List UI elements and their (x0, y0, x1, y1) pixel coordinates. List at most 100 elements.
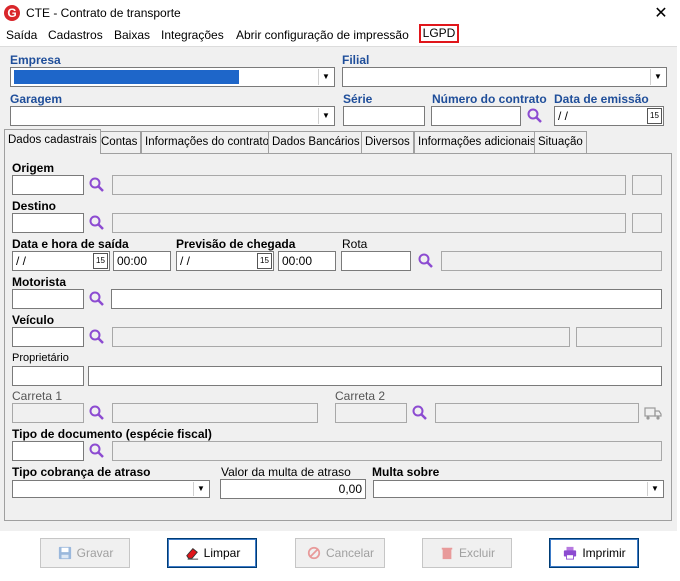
tab-contas[interactable]: Contas (97, 131, 142, 153)
chevron-down-icon[interactable]: ▼ (650, 69, 665, 85)
search-icon[interactable] (89, 291, 105, 307)
valor-multa-input[interactable]: 0,00 (220, 479, 366, 499)
imprimir-label: Imprimir (582, 546, 626, 560)
veiculo-placa-field (576, 327, 662, 347)
tab-dados-cadastrais[interactable]: Dados cadastrais (4, 129, 101, 154)
tab-informacoes-adicionais[interactable]: Informações adicionais (414, 131, 540, 153)
previsao-chegada-value: / / (180, 254, 191, 268)
rota-description-field (441, 251, 662, 271)
search-icon[interactable] (418, 253, 434, 269)
serie-label: Série (343, 92, 373, 106)
search-icon[interactable] (89, 443, 105, 459)
garagem-select[interactable]: ▼ (10, 106, 335, 126)
hora-saida-input[interactable]: 00:00 (113, 251, 171, 271)
cancelar-button[interactable]: Cancelar (295, 538, 385, 568)
data-emissao-label: Data de emissão (554, 92, 649, 106)
destino-uf-field (632, 213, 662, 233)
calendar-icon[interactable]: 15 (257, 253, 272, 269)
serie-input[interactable] (343, 106, 425, 126)
chevron-down-icon[interactable]: ▼ (193, 482, 208, 496)
app-logo-icon: G (4, 5, 20, 21)
eraser-icon (185, 548, 198, 560)
empresa-select[interactable]: ▼ (10, 67, 335, 87)
tab-diversos[interactable]: Diversos (361, 131, 414, 153)
chevron-down-icon[interactable]: ▼ (647, 482, 662, 496)
data-saida-label: Data e hora de saída (12, 237, 129, 251)
tab-dados-bancarios[interactable]: Dados Bancários (268, 131, 364, 153)
calendar-icon[interactable]: 15 (647, 108, 662, 124)
carreta1-label: Carreta 1 (12, 389, 63, 403)
data-saida-value: / / (16, 254, 27, 268)
veiculo-input[interactable] (12, 327, 84, 347)
previsao-chegada-input[interactable]: / / 15 (176, 251, 274, 271)
motorista-input[interactable] (12, 289, 84, 309)
filial-select[interactable]: ▼ (342, 67, 667, 87)
tipo-documento-input[interactable] (12, 441, 84, 461)
menu-abrir-configuracao[interactable]: Abrir configuração de impressão (236, 28, 409, 42)
menu-baixas[interactable]: Baixas (114, 28, 150, 42)
carreta2-description-field (435, 403, 639, 423)
gravar-button[interactable]: Gravar (40, 538, 130, 568)
origem-description-field (112, 175, 626, 195)
calendar-icon[interactable]: 15 (93, 253, 108, 269)
truck-icon[interactable] (644, 405, 662, 421)
rota-input[interactable] (341, 251, 411, 271)
close-icon[interactable]: ✕ (652, 3, 670, 23)
destino-label: Destino (12, 199, 57, 213)
trash-icon (441, 547, 453, 560)
numero-contrato-label: Número do contrato (432, 92, 547, 106)
excluir-label: Excluir (458, 546, 495, 560)
search-icon[interactable] (89, 215, 105, 231)
veiculo-description-field (112, 327, 570, 347)
menu-lgpd[interactable]: LGPD (419, 24, 459, 43)
imprimir-button[interactable]: Imprimir (549, 538, 639, 568)
proprietario-input[interactable] (12, 366, 84, 386)
gravar-label: Gravar (76, 546, 114, 560)
search-icon[interactable] (89, 329, 105, 345)
veiculo-label: Veículo (12, 313, 55, 327)
previsao-chegada-label: Previsão de chegada (176, 237, 296, 251)
origem-uf-field (632, 175, 662, 195)
numero-contrato-input[interactable] (431, 106, 521, 126)
printer-icon (564, 546, 577, 560)
empresa-label: Empresa (10, 53, 61, 67)
search-icon[interactable] (527, 108, 543, 124)
empresa-selected-value (14, 70, 239, 84)
tipo-cobranca-select[interactable]: ▼ (12, 480, 210, 498)
carreta2-input (335, 403, 407, 423)
tab-informacoes-contrato[interactable]: Informações do contrato (141, 131, 274, 153)
window-title: CTE - Contrato de transporte (26, 6, 181, 20)
search-icon[interactable] (89, 177, 105, 193)
search-icon[interactable] (412, 405, 428, 421)
cancelar-label: Cancelar (325, 546, 375, 560)
carreta1-description-field (112, 403, 318, 423)
motorista-label: Motorista (12, 275, 66, 289)
chevron-down-icon[interactable]: ▼ (318, 69, 333, 85)
data-emissao-value: / / (558, 109, 569, 123)
origem-input[interactable] (12, 175, 84, 195)
tipo-documento-description-field (112, 441, 662, 461)
rota-label: Rota (342, 237, 368, 251)
limpar-button[interactable]: Limpar (167, 538, 257, 568)
destino-description-field (112, 213, 626, 233)
title-bar: G CTE - Contrato de transporte ✕ (0, 0, 680, 26)
origem-label: Origem (12, 161, 55, 175)
tab-situacao[interactable]: Situação (534, 131, 587, 153)
valor-multa-label: Valor da multa de atraso (221, 465, 351, 479)
multa-sobre-select[interactable]: ▼ (373, 480, 664, 498)
excluir-button[interactable]: Excluir (422, 538, 512, 568)
menu-saida[interactable]: Saída (6, 28, 37, 42)
motorista-name-input[interactable] (111, 289, 662, 309)
tipo-cobranca-label: Tipo cobrança de atraso (12, 465, 151, 479)
data-emissao-input[interactable]: / / 15 (554, 106, 664, 126)
menu-cadastros[interactable]: Cadastros (48, 28, 103, 42)
destino-input[interactable] (12, 213, 84, 233)
data-saida-input[interactable]: / / 15 (12, 251, 110, 271)
menu-integracoes[interactable]: Integrações (161, 28, 224, 42)
tipo-documento-label: Tipo de documento (espécie fiscal) (12, 427, 212, 441)
proprietario-name-input[interactable] (88, 366, 662, 386)
search-icon[interactable] (89, 405, 105, 421)
hora-chegada-input[interactable]: 00:00 (278, 251, 336, 271)
chevron-down-icon[interactable]: ▼ (318, 108, 333, 124)
carreta1-input (12, 403, 84, 423)
